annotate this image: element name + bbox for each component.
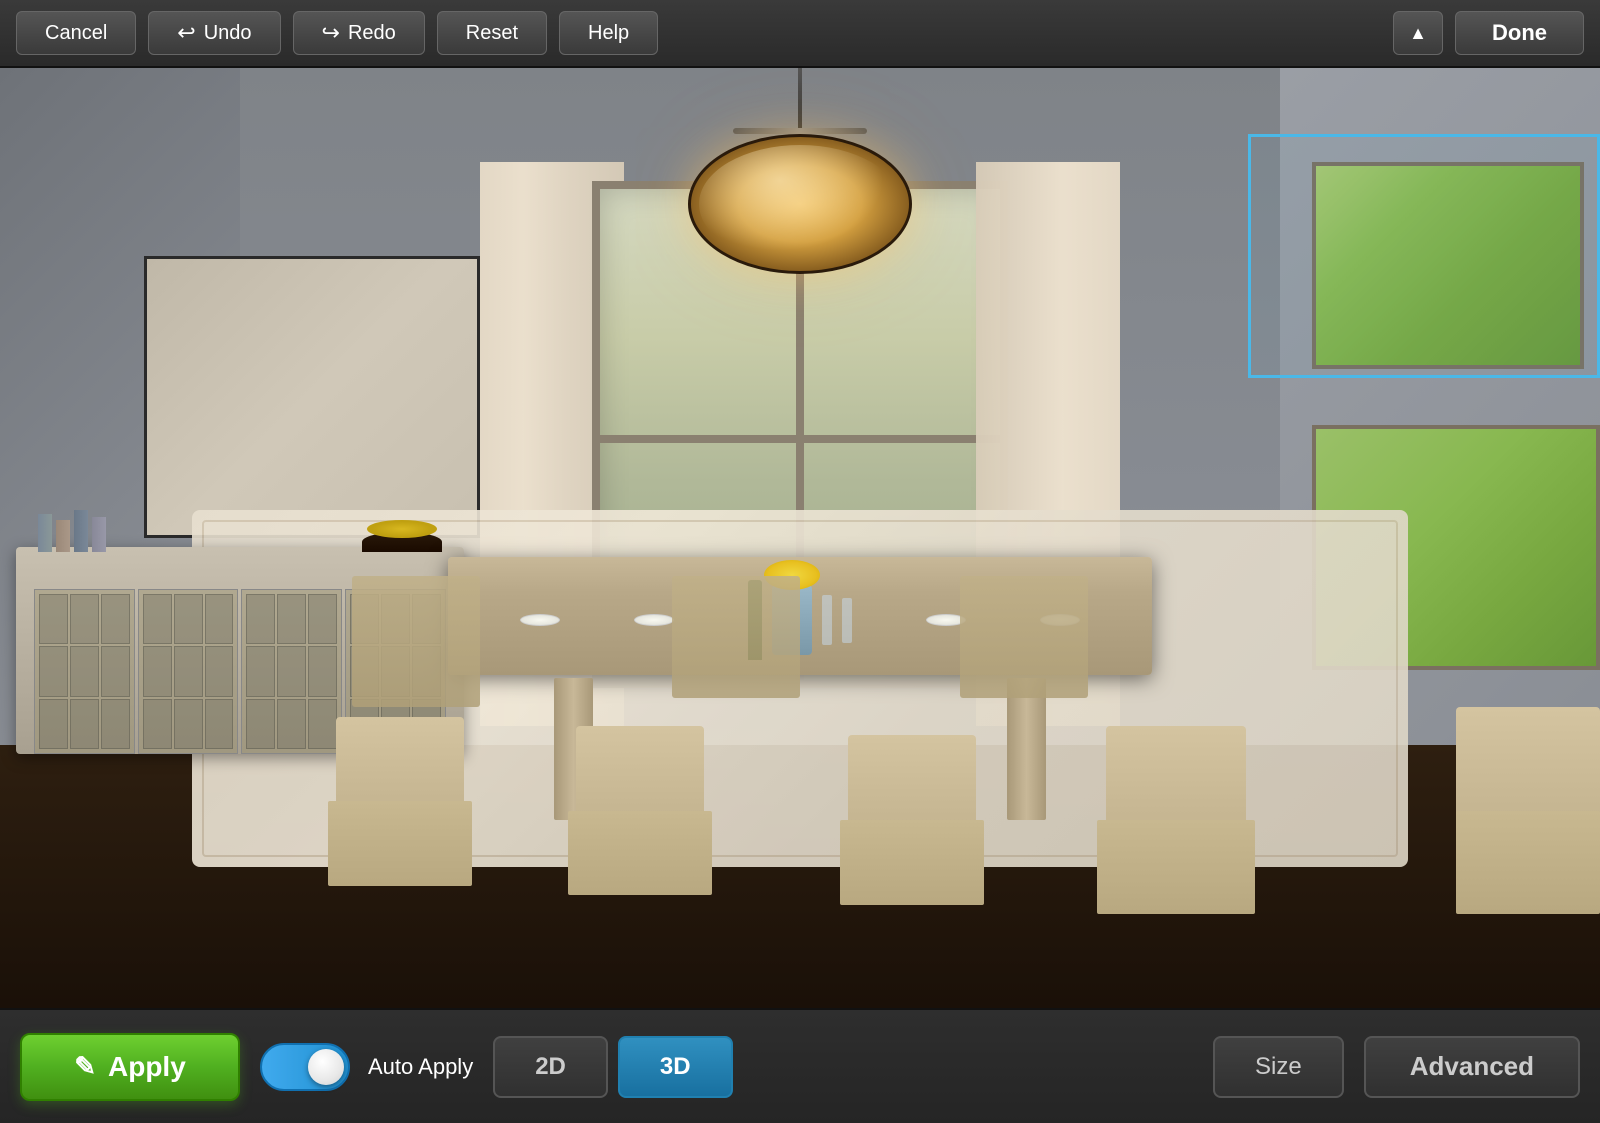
book-2 — [56, 520, 70, 552]
undo-icon: ↩ — [177, 20, 195, 46]
redo-icon: ↪ — [322, 20, 340, 46]
cancel-button[interactable]: Cancel — [16, 11, 136, 55]
sideboard-door-2 — [138, 589, 239, 754]
chevron-up-icon: ▲ — [1409, 23, 1427, 44]
undo-button[interactable]: ↩ Undo — [148, 11, 280, 55]
view-2d-button[interactable]: 2D — [493, 1036, 608, 1098]
plate-1 — [520, 614, 560, 626]
pencil-icon: ✎ — [74, 1051, 96, 1082]
chandelier — [688, 68, 912, 274]
chair-front-right-center — [832, 735, 992, 904]
auto-apply-area: Auto Apply — [260, 1043, 473, 1091]
plate-2 — [634, 614, 674, 626]
help-button[interactable]: Help — [559, 11, 658, 55]
toggle-knob — [308, 1049, 344, 1085]
auto-apply-toggle[interactable] — [260, 1043, 350, 1091]
chandelier-chain — [798, 68, 802, 128]
wine-glass-2 — [842, 598, 852, 643]
view-mode-group: 2D 3D — [493, 1036, 732, 1098]
sideboard-items — [38, 510, 441, 551]
apply-button[interactable]: ✎ Apply — [20, 1033, 240, 1101]
chair-back-left — [352, 576, 480, 708]
chair-front-left — [320, 717, 480, 886]
collapse-button[interactable]: ▲ — [1393, 11, 1443, 55]
book-4 — [92, 517, 106, 552]
done-button[interactable]: Done — [1455, 11, 1584, 55]
art-frame[interactable] — [144, 256, 480, 538]
table-leg-2 — [1007, 678, 1046, 820]
redo-button[interactable]: ↪ Redo — [293, 11, 425, 55]
bottom-toolbar: ✎ Apply Auto Apply 2D 3D Size Advanced — [0, 1008, 1600, 1123]
chair-back-right — [960, 576, 1088, 698]
reset-button[interactable]: Reset — [437, 11, 547, 55]
book-3 — [74, 510, 88, 552]
top-toolbar: Cancel ↩ Undo ↪ Redo Reset Help ▲ Done — [0, 0, 1600, 68]
fruit-bowl — [362, 532, 442, 552]
scene-area[interactable] — [0, 68, 1600, 1008]
advanced-button[interactable]: Advanced — [1364, 1036, 1580, 1098]
chandelier-body — [688, 134, 912, 274]
chair-front-center — [560, 726, 720, 895]
wine-glass-1 — [822, 595, 832, 645]
chair-front-right — [1088, 726, 1264, 914]
window-right-upper — [1312, 162, 1584, 369]
view-3d-button[interactable]: 3D — [618, 1036, 733, 1098]
scene-background — [0, 68, 1600, 1008]
chair-back-center — [672, 576, 800, 698]
fruits — [367, 520, 437, 538]
book-1 — [38, 514, 52, 552]
chair-far-right — [1456, 707, 1600, 914]
auto-apply-label: Auto Apply — [368, 1054, 473, 1080]
sideboard-door-1 — [34, 589, 135, 754]
size-button[interactable]: Size — [1213, 1036, 1344, 1098]
